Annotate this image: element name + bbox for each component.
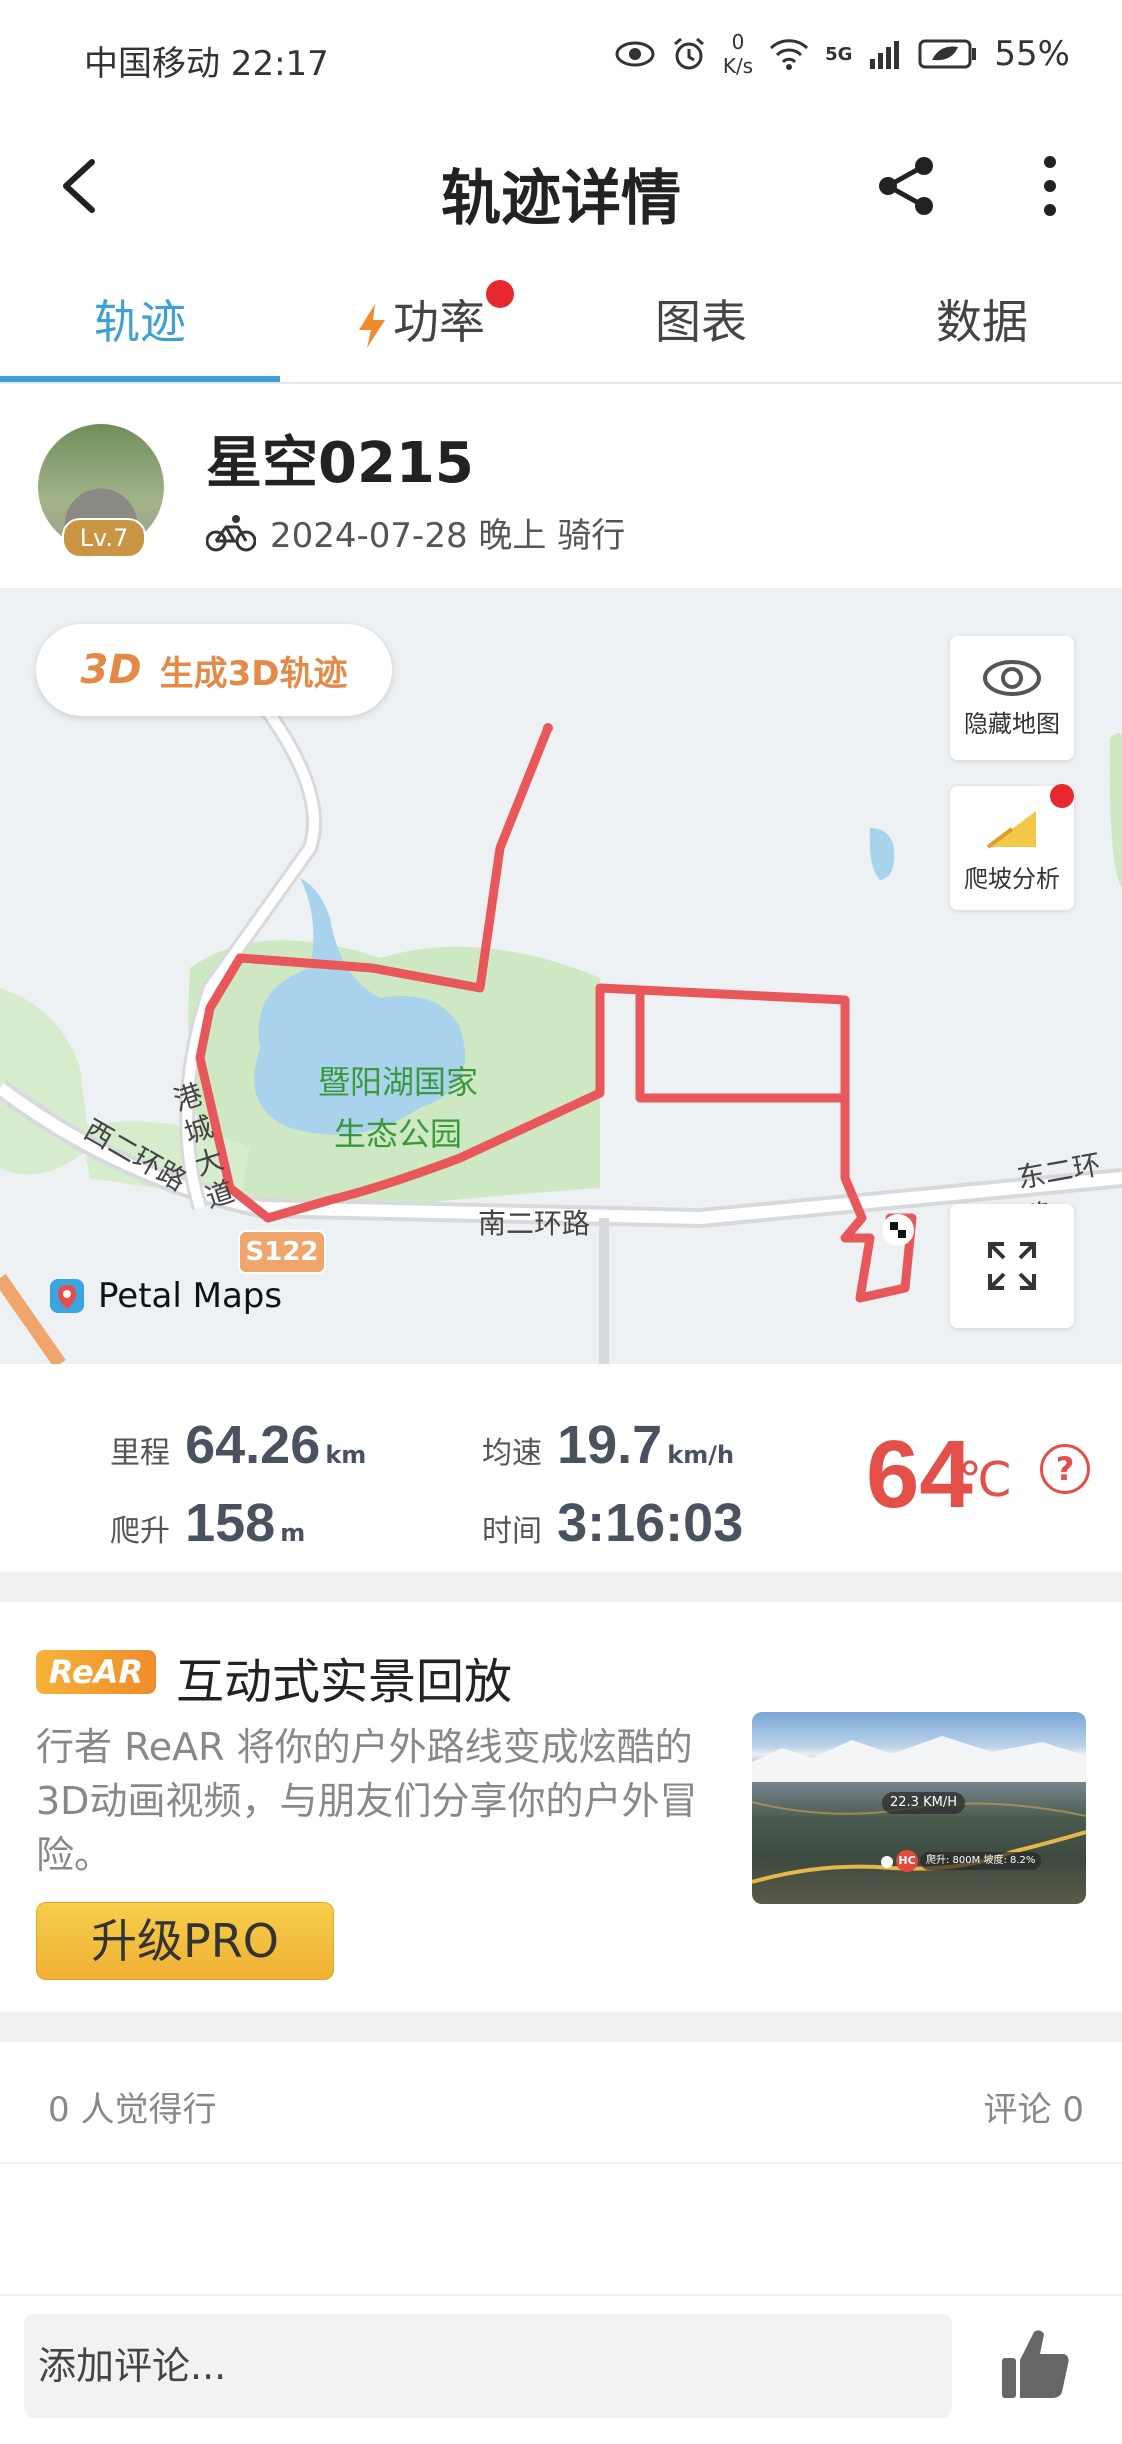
rear-title: 互动式实景回放 <box>176 1654 513 1710</box>
level-badge: Lv.7 <box>62 518 146 558</box>
road-label-south: 南二环路 <box>478 1207 591 1240</box>
app-header: 轨迹详情 <box>0 116 1122 256</box>
battery-percent: 55% <box>994 34 1070 74</box>
climb-analysis-button[interactable]: 爬坡分析 <box>950 784 1074 910</box>
carrier-time: 中国移动 22:17 <box>84 44 329 84</box>
wifi-icon <box>770 39 809 70</box>
active-tab-indicator <box>0 376 280 382</box>
rear-preview-image[interactable]: 22.3 KM/H HC 爬升: 800M 坡度: 8.2% <box>752 1712 1086 1904</box>
time-stat: 时间 3:16:03 <box>482 1493 744 1553</box>
green-strip-east <box>1109 733 1122 888</box>
preview-marker: HC <box>896 1850 918 1872</box>
notification-dot <box>1050 784 1074 808</box>
activity-date: 2024-07-28 晚上 骑行 <box>270 516 626 556</box>
rear-description: 行者 ReAR 将你的户外路线变成炫酷的3D动画视频，与朋友们分享你的户外冒险。 <box>36 1725 698 1877</box>
page-title: 轨迹详情 <box>441 164 681 234</box>
tab-charts[interactable]: 图表 <box>561 262 841 382</box>
reactions-bar: 0 人觉得行 评论 0 <box>0 2042 1122 2164</box>
lightning-icon <box>359 303 385 348</box>
start-marker <box>543 723 553 733</box>
temperature-value: 64 <box>866 1421 973 1528</box>
tab-bar: 轨迹 功率 图表 数据 <box>0 262 1122 384</box>
username[interactable]: 星空0215 <box>206 418 474 499</box>
highway-badge: S122 <box>238 1230 326 1274</box>
comments-count[interactable]: 评论 0 <box>984 2082 1084 2131</box>
petal-maps-logo-icon <box>50 1279 84 1313</box>
slope-icon <box>986 810 1036 849</box>
more-icon[interactable] <box>1030 152 1070 220</box>
status-bar: 中国移动 22:17 0 K/s 5G 55% <box>0 0 1122 116</box>
activity-meta: 2024-07-28 晚上 骑行 <box>206 508 625 557</box>
stats-panel: 里程 64.26 km 爬升 158 m 均速 19.7 km/h 时间 3:1… <box>0 1364 1122 1572</box>
preview-speed: 22.3 KM/H <box>882 1792 965 1814</box>
signal-icon <box>870 41 900 69</box>
hide-map-button[interactable]: 隐藏地图 <box>950 636 1074 760</box>
generate-3d-label: 生成3D轨迹 <box>159 653 348 694</box>
expand-icon <box>988 1242 1036 1290</box>
section-divider <box>0 2012 1122 2042</box>
battery-icon <box>918 39 977 69</box>
eye-icon <box>983 659 1041 696</box>
pond-east <box>869 828 895 880</box>
likes-count[interactable]: 0 人觉得行 <box>48 2082 216 2131</box>
park-label: 暨阳湖国家 生态公园 <box>318 1063 479 1153</box>
upgrade-pro-button[interactable]: 升级PRO <box>36 1902 334 1980</box>
finish-flag-icon <box>882 1214 914 1246</box>
rear-badge: ReAR <box>36 1650 156 1694</box>
help-icon[interactable]: ? <box>1040 1444 1090 1494</box>
bicycle-icon <box>206 514 256 551</box>
tab-track[interactable]: 轨迹 <box>0 262 280 382</box>
section-divider <box>0 1572 1122 1602</box>
eye-icon <box>615 41 655 67</box>
preview-stats: 爬升: 800M 坡度: 8.2% <box>920 1852 1042 1870</box>
tab-power[interactable]: 功率 <box>280 262 560 382</box>
notification-dot <box>486 280 514 308</box>
avg-speed-stat: 均速 19.7 km/h <box>482 1415 735 1475</box>
distance-stat: 里程 64.26 km <box>110 1415 367 1475</box>
comment-bar: 添加评论... <box>0 2294 1122 2444</box>
tab-data[interactable]: 数据 <box>842 262 1122 382</box>
profile-section: Lv.7 星空0215 2024-07-28 晚上 骑行 <box>0 384 1122 588</box>
comment-input[interactable]: 添加评论... <box>24 2314 952 2418</box>
thumbs-up-icon[interactable] <box>1000 2326 1072 2402</box>
temperature-unit: ℃ <box>958 1452 1012 1508</box>
share-icon[interactable] <box>872 152 940 220</box>
rear-promo-card[interactable]: ReAR 互动式实景回放 行者 ReAR 将你的户外路线变成炫酷的3D动画视频，… <box>0 1602 1122 2012</box>
route-map[interactable]: 暨阳湖国家 生态公园 南二环路 西二环路 东二环路 港城大道 S122 3D 生成… <box>0 588 1122 1364</box>
tab-power-label: 功率 <box>393 295 485 349</box>
map-attribution: Petal Maps <box>48 1276 282 1316</box>
net-speed: 0 K/s <box>722 30 754 78</box>
status-icons: 0 K/s 5G 55% <box>615 30 1070 78</box>
fullscreen-button[interactable] <box>950 1204 1074 1328</box>
climb-stat: 爬升 158 m <box>110 1493 306 1553</box>
generate-3d-button[interactable]: 3D 生成3D轨迹 <box>36 624 392 716</box>
3d-logo: 3D <box>80 647 142 693</box>
network-label: 5G <box>825 43 853 65</box>
alarm-icon <box>673 37 704 70</box>
